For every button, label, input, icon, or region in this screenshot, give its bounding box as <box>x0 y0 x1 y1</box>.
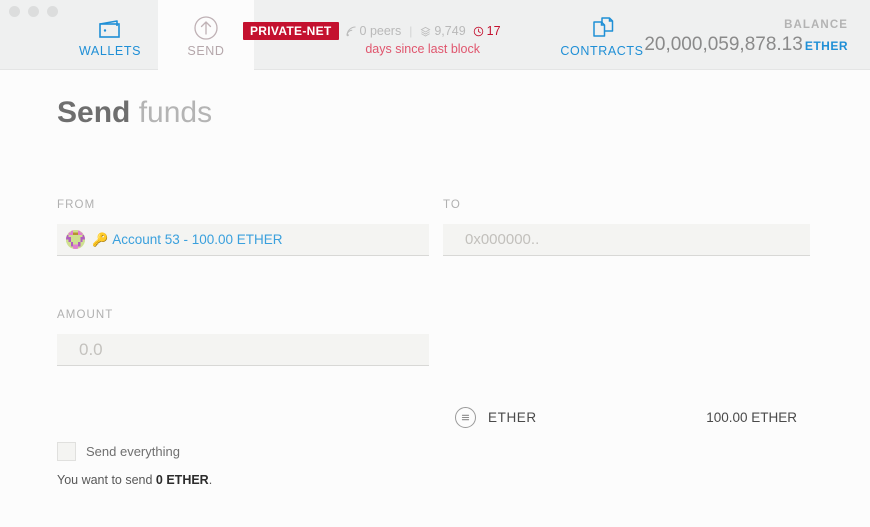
last-block-time[interactable]: 17 <box>473 24 501 38</box>
send-summary-suffix: . <box>208 473 213 487</box>
page-body: Send funds FROM 🔑 Account 53 - 100.00 ET… <box>0 70 870 526</box>
tab-send[interactable]: SEND <box>158 0 254 70</box>
balance-unit: ETHER <box>804 39 848 53</box>
amount-placeholder: 0.0 <box>79 339 103 359</box>
tab-wallets[interactable]: WALLETS <box>62 0 158 70</box>
peer-count-label: 0 peers <box>359 24 402 38</box>
app-header: WALLETS SEND CONTRACTS PRIVATE-NET 0 pee… <box>0 0 870 70</box>
balance-amount: 20,000,059,878.13 ETHER <box>644 34 848 56</box>
arrow-up-circle-icon <box>193 13 219 41</box>
tab-contracts-label: CONTRACTS <box>560 43 644 58</box>
clock-icon <box>473 26 483 36</box>
tab-wallets-label: WALLETS <box>78 43 142 58</box>
from-field-group: FROM 🔑 Account 53 - 100.00 ETHER <box>57 199 429 256</box>
signal-icon <box>346 26 356 36</box>
network-status: PRIVATE-NET 0 peers | 9,749 17 days sinc… <box>243 22 501 56</box>
network-badge[interactable]: PRIVATE-NET <box>243 22 339 40</box>
amount-field-group: AMOUNT 0.0 <box>57 309 429 366</box>
peer-count[interactable]: 0 peers <box>346 24 402 38</box>
last-block-time-value: 17 <box>486 24 501 38</box>
balance-label: BALANCE <box>784 19 848 31</box>
to-address-input-wrap[interactable]: 0x000000.. <box>443 224 810 256</box>
page-title-light: funds <box>138 96 213 129</box>
send-everything-label: Send everything <box>86 444 180 459</box>
status-divider: | <box>409 24 413 38</box>
app-window: WALLETS SEND CONTRACTS PRIVATE-NET 0 pee… <box>0 0 870 527</box>
maximize-button[interactable] <box>47 6 58 17</box>
wallet-icon <box>97 13 123 41</box>
currency-name: ETHER <box>488 410 537 425</box>
main-navigation: WALLETS SEND CONTRACTS <box>62 0 643 70</box>
network-status-row: PRIVATE-NET 0 peers | 9,749 17 <box>243 22 501 40</box>
amount-label: AMOUNT <box>57 309 114 321</box>
send-summary-value: 0 ETHER <box>155 473 209 487</box>
key-icon: 🔑 <box>92 231 109 247</box>
send-summary-note: You want to send 0 ETHER. <box>57 473 212 487</box>
last-block-subtitle: days since last block <box>365 42 480 56</box>
block-count[interactable]: 9,749 <box>420 24 466 38</box>
amount-input-wrap[interactable]: 0.0 <box>57 334 429 366</box>
send-everything-checkbox[interactable] <box>57 442 76 461</box>
page-title-strong: Send <box>57 96 131 129</box>
send-summary-prefix: You want to send <box>57 473 156 487</box>
account-identicon <box>66 230 85 249</box>
block-icon <box>420 26 431 36</box>
block-count-label: 9,749 <box>434 24 466 38</box>
balance-display: BALANCE 20,000,059,878.13 ETHER <box>644 19 848 56</box>
from-account-label: Account 53 - 100.00 ETHER <box>112 232 283 247</box>
tab-contracts[interactable]: CONTRACTS <box>554 0 650 70</box>
page-title: Send funds <box>57 96 212 130</box>
send-everything-row[interactable]: Send everything <box>57 442 180 461</box>
to-address-placeholder: 0x000000.. <box>465 231 540 248</box>
minimize-button[interactable] <box>28 6 39 17</box>
currency-balance: 100.00 ETHER <box>706 410 797 425</box>
from-label: FROM <box>57 199 96 211</box>
balance-amount-value: 20,000,059,878.13 <box>644 34 803 55</box>
tab-send-label: SEND <box>187 43 225 58</box>
window-controls <box>9 6 58 17</box>
close-button[interactable] <box>9 6 20 17</box>
list-circle-icon <box>455 407 476 428</box>
to-field-group: TO 0x000000.. <box>443 199 810 256</box>
documents-icon <box>588 13 616 41</box>
from-account-select[interactable]: 🔑 Account 53 - 100.00 ETHER <box>57 224 429 256</box>
currency-row[interactable]: ETHER 100.00 ETHER <box>455 407 797 428</box>
to-label: TO <box>443 199 461 211</box>
